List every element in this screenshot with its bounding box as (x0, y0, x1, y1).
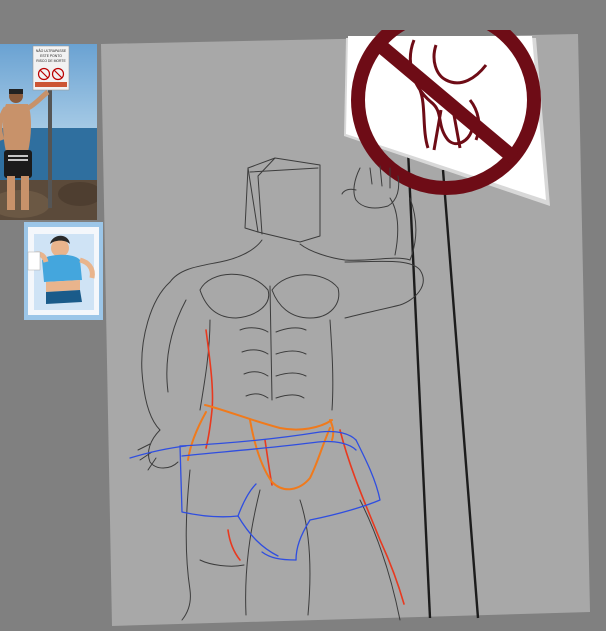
red-contour-layer (205, 329, 405, 605)
orange-underwear-layer (187, 404, 335, 491)
figure-sketch[interactable] (0, 0, 606, 631)
drawing-workspace[interactable]: NÃO ULTRAPASSE ESTE PONTO RISCO DE MORTE (0, 0, 606, 631)
blue-shorts-layer (129, 430, 381, 561)
pencil-layer (137, 157, 424, 621)
